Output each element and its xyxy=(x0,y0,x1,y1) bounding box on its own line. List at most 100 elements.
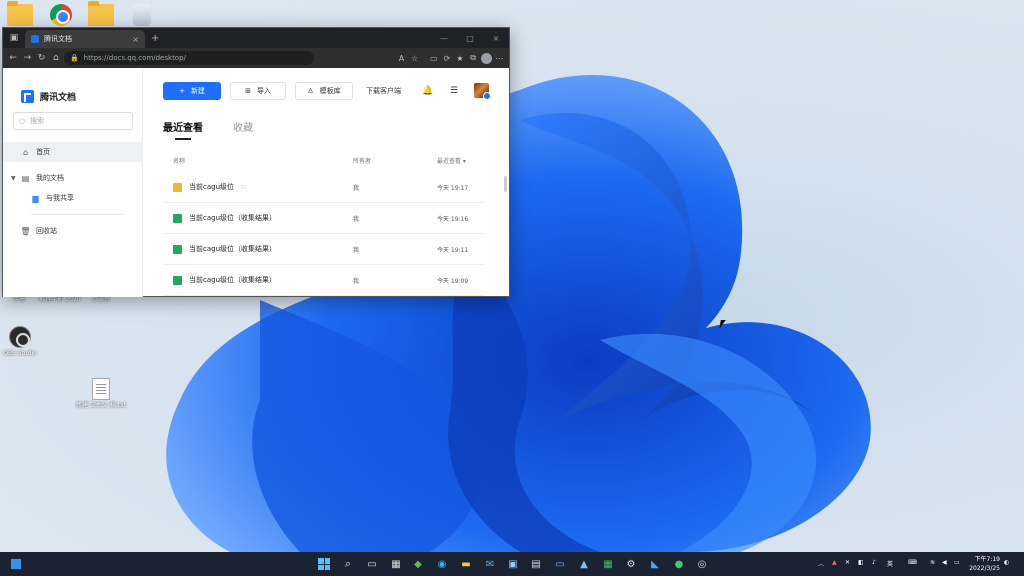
tray-app-icon[interactable]: ▲ xyxy=(832,559,837,566)
home-icon[interactable]: ⌂ xyxy=(50,49,62,67)
excel-icon[interactable]: ▦ xyxy=(600,556,616,572)
sidebar-item-trash[interactable]: 🗑 回收站 xyxy=(3,221,142,241)
table-row[interactable]: 当前cagu级位（收集结果） 我 今天 19:11 xyxy=(163,234,485,265)
desktop-text-file[interactable]: 新建 文本文 档.txt xyxy=(73,378,129,410)
sheet-icon xyxy=(173,213,182,223)
minimize-button[interactable]: — xyxy=(431,28,457,48)
remote-desktop-icon[interactable]: ▭ xyxy=(552,556,568,572)
maximize-button[interactable]: □ xyxy=(457,28,483,48)
browser-window: ▣ 腾讯文档 × + — □ × ← → ↻ ⌂ 🔒 https://docs.… xyxy=(2,27,510,297)
bell-icon[interactable]: 🔔 xyxy=(422,85,434,97)
split-screen-icon[interactable]: ▭ xyxy=(428,49,439,67)
sidebar-item-home[interactable]: ⌂ 首页 xyxy=(3,142,142,162)
desktop-obs[interactable]: OBS Studio xyxy=(0,326,48,358)
back-icon[interactable]: ← xyxy=(7,49,19,67)
widgets-icon[interactable]: ▦ xyxy=(388,556,404,572)
main-content: + 新建 ⊞ 导入 ♙ 模板库 下载客户端 🔔 ☰ 最近查看 收藏 名称 所有者… xyxy=(143,68,509,297)
tencent-docs-favicon-icon xyxy=(31,35,39,43)
vscode-icon[interactable]: ◣ xyxy=(647,556,663,572)
tray-tools-icon[interactable]: ✕ xyxy=(845,559,850,566)
table-row[interactable]: 当前cagu级位 ⊡ 我 今天 19:17 xyxy=(163,172,485,203)
tab-actions-icon[interactable]: ▣ xyxy=(3,28,25,48)
show-desktop-icon[interactable] xyxy=(8,556,24,572)
url-text: https://docs.qq.com/desktop/ xyxy=(83,54,186,62)
search-placeholder: 搜索 xyxy=(30,117,45,125)
header-owner[interactable]: 所有者 xyxy=(353,156,437,165)
file-explorer-icon[interactable]: ▬ xyxy=(458,556,474,572)
shared-folder-icon: ▆ xyxy=(32,193,39,203)
tab-starred[interactable]: 收藏 xyxy=(233,119,253,134)
volume-icon[interactable]: ◀ xyxy=(942,559,947,566)
clock[interactable]: 下午7:19 2022/3/25 xyxy=(969,555,1000,573)
table-row[interactable]: 当前cagu级位（收集结果） 我 今天 19:16 xyxy=(163,203,485,234)
edge-icon[interactable]: ◉ xyxy=(434,556,450,572)
new-button[interactable]: + 新建 xyxy=(163,82,221,100)
search-input[interactable]: ○ 搜索 xyxy=(13,112,133,130)
logo[interactable]: 腾讯文档 xyxy=(3,68,142,108)
file-list: 当前cagu级位 ⊡ 我 今天 19:17 当前cagu级位（收集结果） 我 今天… xyxy=(163,172,485,296)
keyboard-icon[interactable]: ⌨ xyxy=(908,559,917,566)
refresh-icon[interactable]: ↻ xyxy=(35,49,47,67)
tab-recent[interactable]: 最近查看 xyxy=(163,119,203,140)
scrollbar-thumb[interactable] xyxy=(504,176,507,192)
ime-indicator[interactable]: 英 xyxy=(887,559,893,568)
notification-icon[interactable]: ◐ xyxy=(1004,559,1009,566)
plus-icon: + xyxy=(179,87,185,95)
sidebar-item-my-docs[interactable]: ▼ ▤ 我的文档 xyxy=(3,168,142,188)
avatar[interactable] xyxy=(474,83,491,100)
microphone-icon[interactable]: ♪ xyxy=(872,559,876,566)
battery-icon[interactable]: ▭ xyxy=(954,559,960,566)
view-tabs: 最近查看 收藏 xyxy=(163,119,253,140)
sidebar-item-shared[interactable]: ▆ 与我共享 xyxy=(3,188,142,208)
browser-tab[interactable]: 腾讯文档 × xyxy=(25,30,145,48)
template-button[interactable]: ♙ 模板库 xyxy=(295,82,353,100)
steam-icon[interactable]: ⚙ xyxy=(623,556,639,572)
menu-icon[interactable]: ☰ xyxy=(448,85,460,97)
collections-icon[interactable]: ⧉ xyxy=(468,49,479,67)
pin-icon[interactable]: ⊡ xyxy=(241,184,246,191)
forward-icon[interactable]: → xyxy=(21,49,33,67)
desktop-recycle-bin[interactable] xyxy=(114,4,170,28)
clock-time: 下午7:19 xyxy=(974,556,1000,563)
search-icon: ○ xyxy=(19,117,26,125)
tray-media-icon[interactable]: ◧ xyxy=(858,559,864,566)
task-view-icon[interactable]: ▭ xyxy=(364,556,380,572)
sheet-icon xyxy=(173,244,182,254)
logo-text: 腾讯文档 xyxy=(40,92,77,103)
url-field[interactable]: 🔒 https://docs.qq.com/desktop/ xyxy=(63,51,314,65)
document-icon: ▤ xyxy=(21,173,30,183)
wifi-icon[interactable]: ≋ xyxy=(930,559,935,566)
table-header: 名称 所有者 最近查看 ▾ xyxy=(163,156,485,165)
close-tab-icon[interactable]: × xyxy=(132,35,139,44)
green-app-icon[interactable]: ● xyxy=(671,556,687,572)
download-client-link[interactable]: 下载客户端 xyxy=(366,86,401,96)
header-time[interactable]: 最近查看 ▾ xyxy=(437,156,485,165)
start-button[interactable] xyxy=(316,556,332,572)
new-tab-button[interactable]: + xyxy=(145,30,165,48)
favorites-icon[interactable]: ★ xyxy=(454,49,465,67)
app-green-box-icon[interactable]: ◆ xyxy=(410,556,426,572)
more-icon[interactable]: ⋯ xyxy=(494,49,505,67)
toolbar-right: 🔔 ☰ xyxy=(422,83,491,100)
extensions-icon[interactable]: ⟳ xyxy=(441,49,452,67)
table-row[interactable]: 当前cagu级位（收集结果） 我 今天 19:09 xyxy=(163,265,485,296)
trash-icon: 🗑 xyxy=(20,226,31,236)
photos-icon[interactable]: ▲ xyxy=(576,556,592,572)
text-file-icon xyxy=(92,378,110,400)
template-icon: ♙ xyxy=(307,87,314,95)
notepad-icon[interactable]: ▤ xyxy=(528,556,544,572)
obs-taskbar-icon[interactable]: ◎ xyxy=(694,556,710,572)
tray-overflow-icon[interactable]: ︿ xyxy=(818,559,824,568)
mail-icon[interactable]: ✉ xyxy=(482,556,498,572)
close-window-button[interactable]: × xyxy=(483,28,509,48)
profile-button[interactable] xyxy=(480,49,492,67)
favorite-star-icon[interactable]: ☆ xyxy=(409,49,420,67)
header-name[interactable]: 名称 xyxy=(163,156,353,165)
expand-caret-icon[interactable]: ▼ xyxy=(11,175,16,182)
lock-icon: 🔒 xyxy=(69,54,79,62)
taskbar: ⌕ ▭ ▦ ◆ ◉ ▬ ✉ ▣ ▤ ▭ ▲ ▦ ⚙ ◣ ● ◎ ︿ ▲ ✕ ◧ … xyxy=(0,552,1024,576)
read-aloud-icon[interactable]: A xyxy=(396,49,407,67)
import-button[interactable]: ⊞ 导入 xyxy=(230,82,286,100)
store-icon[interactable]: ▣ xyxy=(505,556,521,572)
search-taskbar-icon[interactable]: ⌕ xyxy=(340,556,356,572)
